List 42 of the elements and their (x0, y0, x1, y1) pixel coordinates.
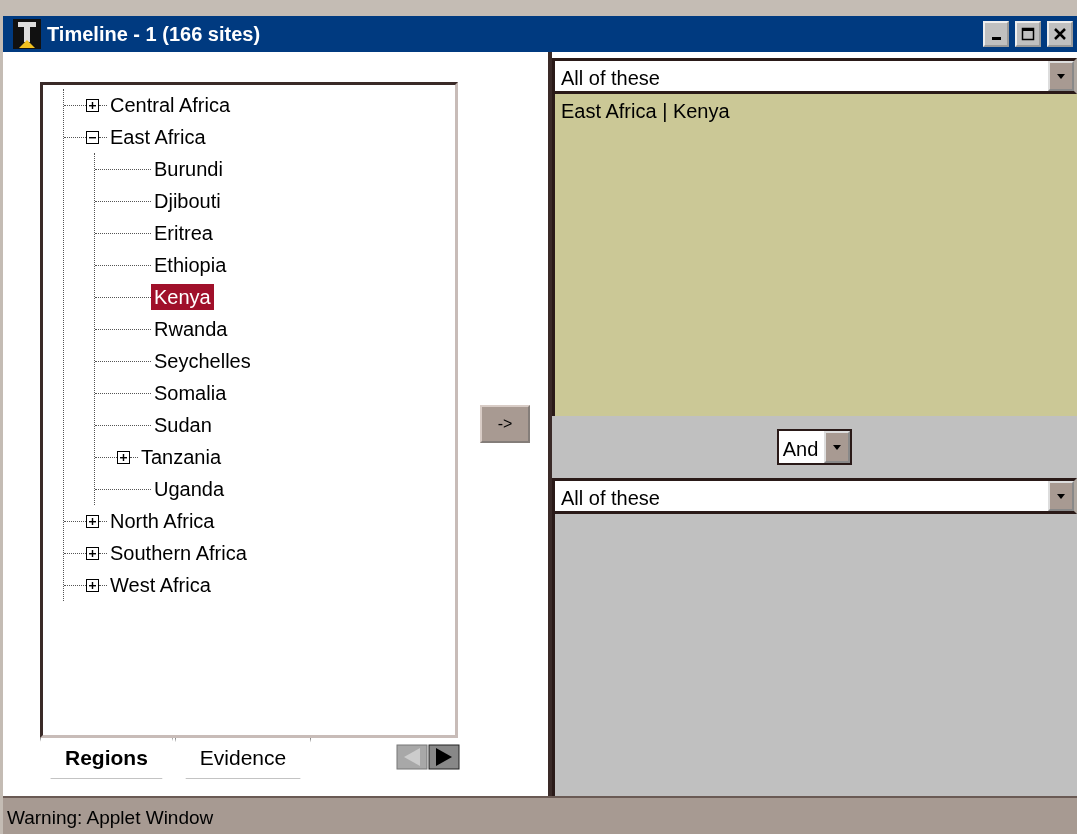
expand-icon[interactable] (86, 514, 99, 528)
filter-item[interactable]: East Africa | Kenya (561, 96, 1071, 126)
tree-item[interactable]: Central Africa (107, 92, 234, 118)
tree-item[interactable]: Eritrea (151, 220, 216, 246)
tab[interactable]: Evidence (174, 738, 312, 779)
tree-item[interactable]: Kenya (151, 284, 214, 310)
tree-item[interactable]: Sudan (151, 412, 215, 438)
app-icon (13, 19, 41, 49)
minimize-button[interactable] (983, 21, 1009, 47)
tab[interactable]: Regions (40, 738, 173, 779)
tree-item[interactable]: North Africa (107, 508, 218, 534)
maximize-button[interactable] (1015, 21, 1041, 47)
mode-dropdown[interactable]: All of these (552, 478, 1077, 514)
maximize-icon (1021, 27, 1035, 41)
tree-item[interactable]: Djibouti (151, 188, 224, 214)
tree-item[interactable]: Uganda (151, 476, 228, 502)
collapse-icon[interactable] (86, 130, 99, 144)
status-bar: Warning: Applet Window (3, 796, 1077, 834)
tree-item[interactable]: East Africa (107, 124, 209, 150)
expand-icon[interactable] (86, 98, 99, 112)
minimize-icon (991, 36, 1001, 40)
tree-item[interactable]: West Africa (107, 572, 214, 598)
tree-item[interactable]: Southern Africa (107, 540, 250, 566)
expand-icon[interactable] (86, 578, 99, 592)
close-icon (1053, 27, 1067, 41)
tree-item[interactable]: Rwanda (151, 316, 231, 342)
tree-item[interactable]: Burundi (151, 156, 226, 182)
tree-item[interactable]: Tanzania (138, 444, 225, 470)
caret-icon (1057, 493, 1065, 499)
caret-icon (833, 444, 842, 450)
tree-item[interactable]: Seychelles (151, 348, 254, 374)
caret-icon (1057, 73, 1065, 79)
tree-item[interactable]: Somalia (151, 380, 230, 406)
close-button[interactable] (1047, 21, 1073, 47)
add-button[interactable]: -> (480, 405, 530, 443)
expand-icon[interactable] (86, 546, 99, 560)
window-title: Timeline - 1 (166 sites) (47, 22, 262, 47)
combinator-dropdown[interactable]: And (776, 429, 853, 465)
mode-dropdown[interactable]: All of these (552, 58, 1077, 94)
scroll-right-icon[interactable] (428, 744, 460, 770)
tree-item[interactable]: Ethiopia (151, 252, 230, 278)
expand-icon[interactable] (117, 450, 130, 464)
